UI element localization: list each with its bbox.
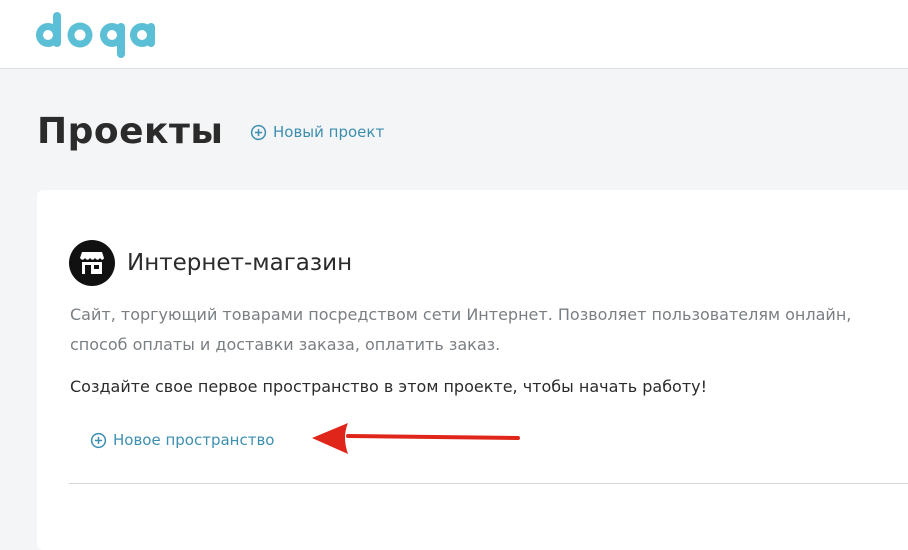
new-space-button[interactable]: Новое пространство <box>90 430 274 450</box>
create-space-prompt: Создайте свое первое пространство в этом… <box>70 377 708 396</box>
new-space-label: Новое пространство <box>113 431 275 449</box>
new-project-label: Новый проект <box>273 123 385 141</box>
page-title: Проекты <box>37 111 224 152</box>
plus-circle-icon <box>90 432 107 448</box>
storefront-icon <box>80 252 104 274</box>
top-bar <box>0 0 908 69</box>
project-name[interactable]: Интернет-магазин <box>127 248 352 278</box>
project-avatar <box>69 240 115 286</box>
project-description: Сайт, торгующий товарами посредством сет… <box>70 300 908 360</box>
divider <box>69 483 908 484</box>
project-card: Интернет-магазин Сайт, торгующий товарам… <box>37 190 908 550</box>
doqa-logo[interactable] <box>34 6 158 58</box>
plus-circle-icon <box>250 124 267 140</box>
project-header: Интернет-магазин <box>69 240 352 286</box>
red-arrow-annotation <box>312 423 520 454</box>
description-line: способ оплаты и доставки заказа, оплатит… <box>70 335 501 354</box>
description-line: Сайт, торгующий товарами посредством сет… <box>70 305 852 324</box>
new-project-button[interactable]: Новый проект <box>250 122 384 142</box>
